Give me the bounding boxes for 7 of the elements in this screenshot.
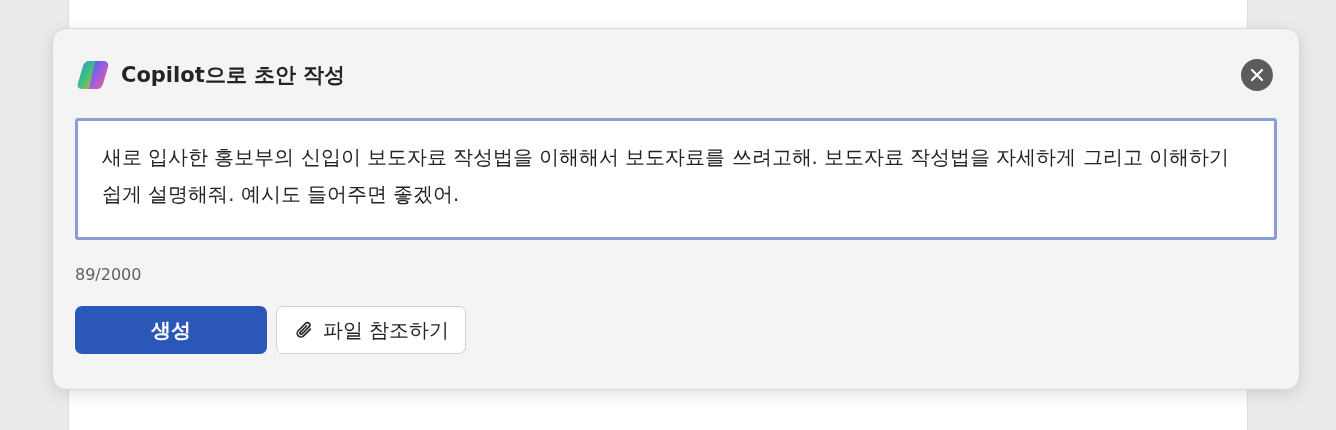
dialog-title: Copilot으로 초안 작성: [121, 62, 347, 89]
attach-file-button[interactable]: 파일 참조하기: [276, 306, 467, 354]
character-counter: 89/2000: [75, 265, 143, 284]
close-icon: [1250, 68, 1264, 82]
close-button[interactable]: [1241, 59, 1273, 91]
generate-button[interactable]: 생성: [75, 306, 267, 354]
prompt-input-field[interactable]: 새로 입사한 홍보부의 신입이 보도자료 작성법을 이해해서 보도자료를 쓰려고해. 보도자료 작성법을 자세하게 그리고 이해하기 쉽게 설명해줘. 예시도 들어주면 좋겠어.: [75, 118, 1277, 240]
